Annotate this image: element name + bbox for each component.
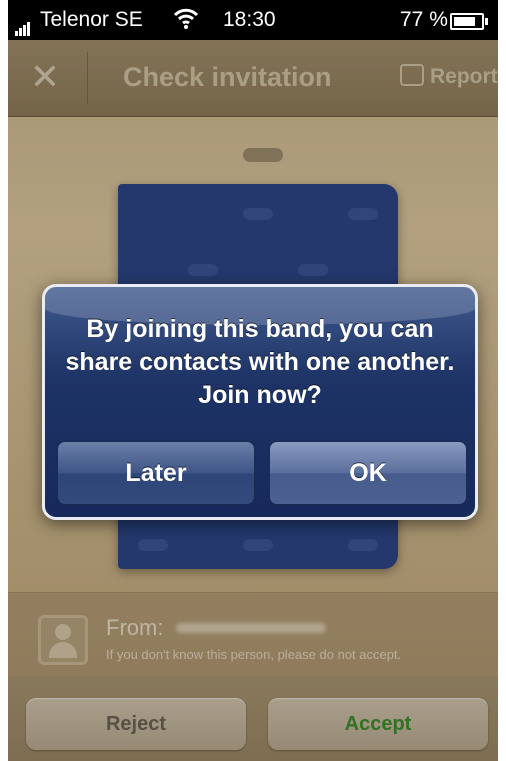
alert-message: By joining this band, you can share cont… <box>65 315 455 409</box>
ok-button[interactable]: OK <box>269 441 467 505</box>
signal-icon <box>15 12 31 36</box>
battery-icon <box>450 13 488 30</box>
clock: 18:30 <box>223 8 276 31</box>
later-button[interactable]: Later <box>57 441 255 505</box>
wifi-icon <box>173 6 199 36</box>
carrier-name: Telenor SE <box>40 8 143 31</box>
alert-dialog: By joining this band, you can share cont… <box>42 284 478 520</box>
status-bar: Telenor SE 18:30 77 % <box>8 0 498 40</box>
app-screen: Telenor SE 18:30 77 % ✕ Check invitation… <box>8 0 498 761</box>
battery-percent: 77 % <box>400 8 448 31</box>
